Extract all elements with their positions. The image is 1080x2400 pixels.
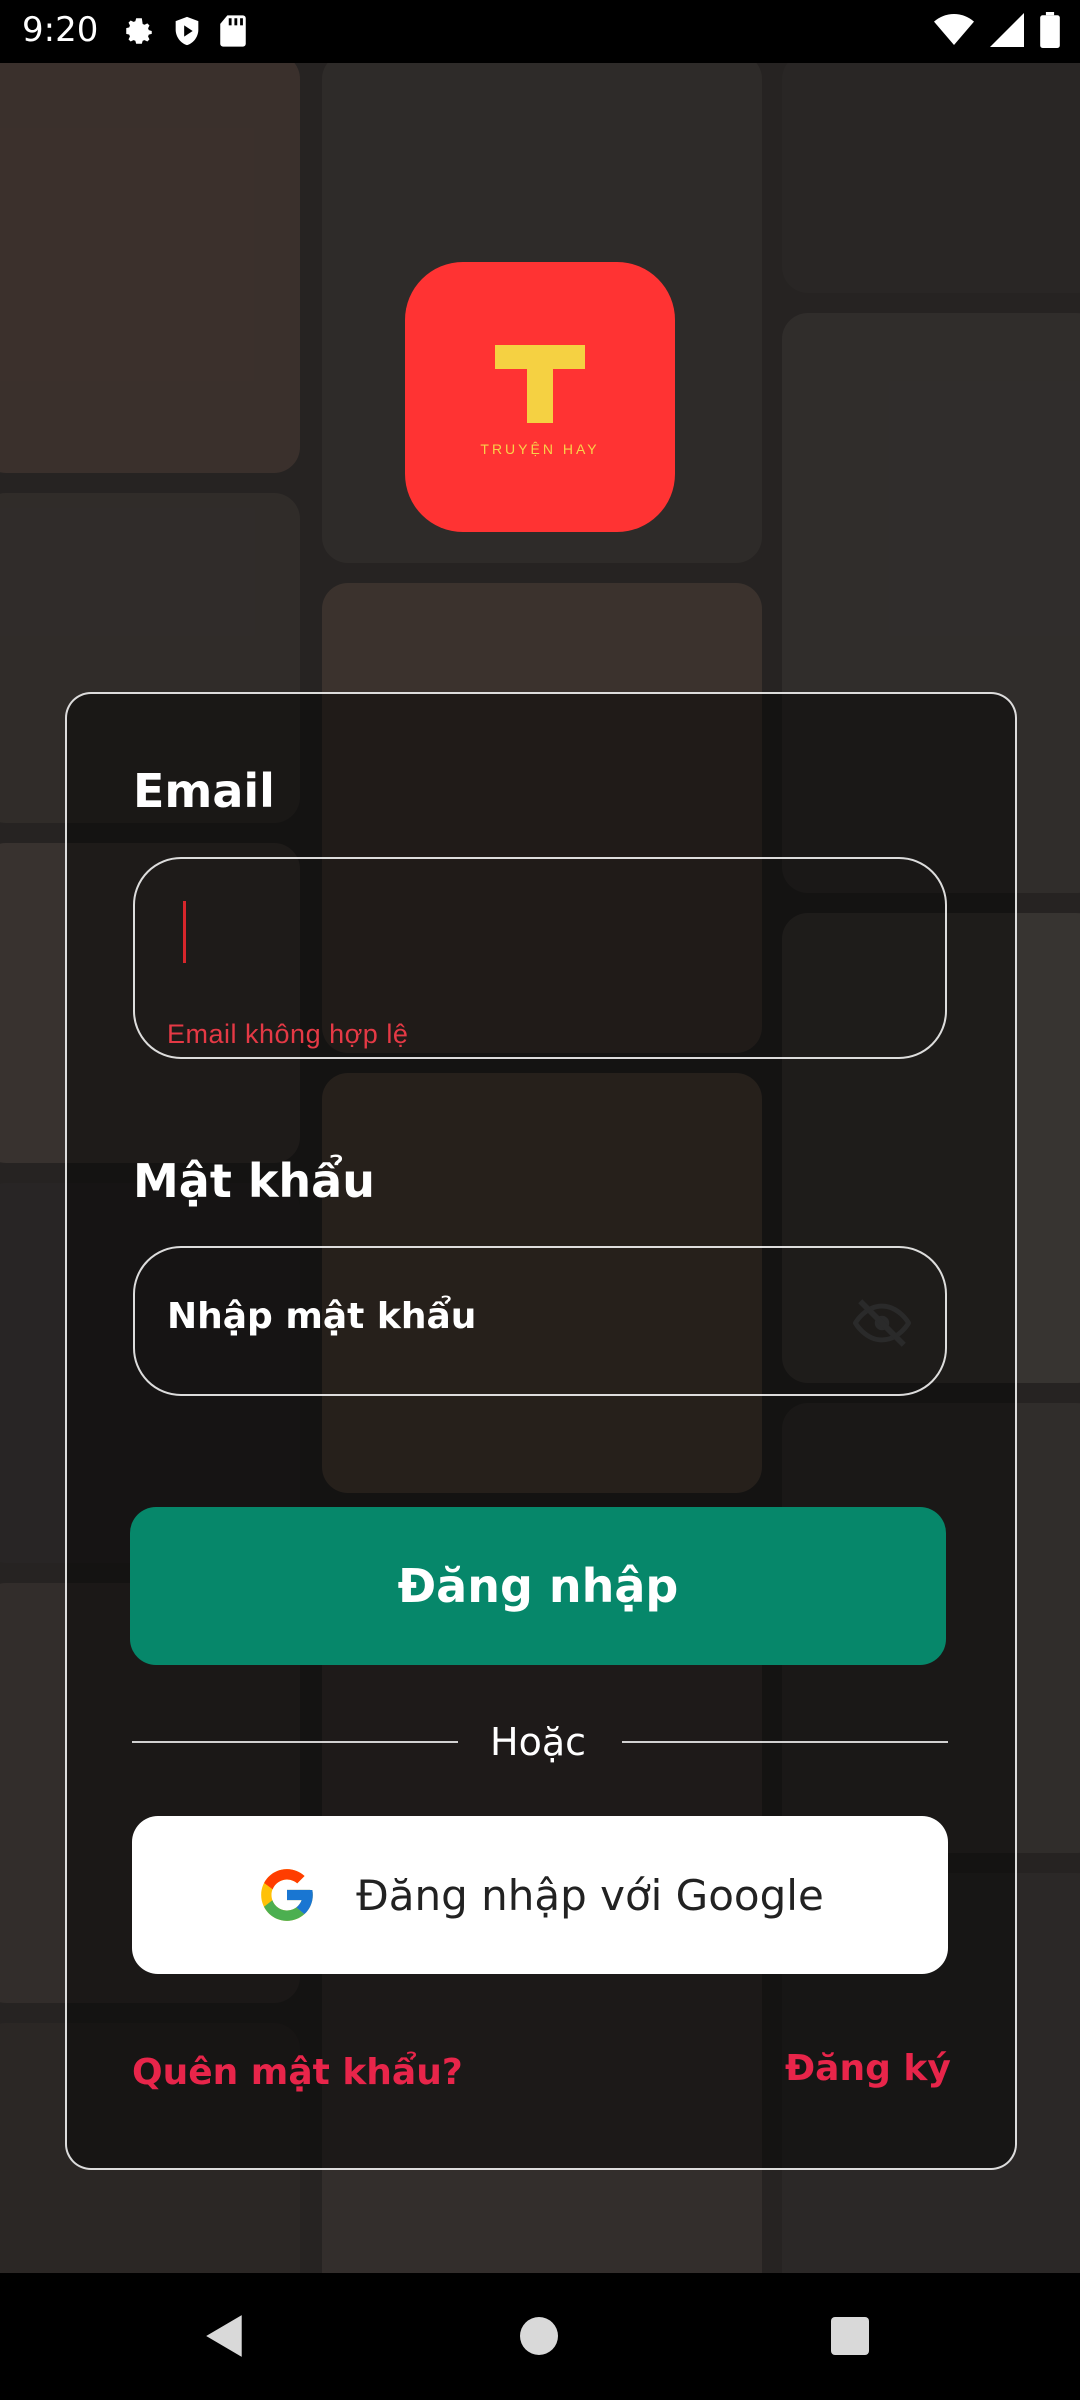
- sd-card-icon: [220, 15, 246, 47]
- email-field[interactable]: Email không hợp lệ: [133, 857, 947, 1059]
- home-icon[interactable]: [520, 2317, 558, 2355]
- status-time: 9:20: [22, 10, 99, 50]
- recents-icon[interactable]: [831, 2317, 869, 2355]
- password-label: Mật khẩu: [133, 1154, 375, 1208]
- logo-subtitle: TRUYỆN HAY: [480, 441, 600, 457]
- register-link[interactable]: Đăng ký: [785, 2048, 951, 2089]
- gear-icon: [126, 18, 152, 44]
- email-label: Email: [133, 764, 275, 818]
- password-field[interactable]: Nhập mật khẩu: [133, 1246, 947, 1396]
- wifi-icon: [934, 14, 974, 45]
- google-icon: [256, 1864, 318, 1926]
- google-login-button[interactable]: Đăng nhập với Google: [132, 1816, 948, 1974]
- divider-left: [132, 1741, 458, 1743]
- password-placeholder: Nhập mật khẩu: [167, 1296, 477, 1337]
- back-icon[interactable]: [204, 2313, 246, 2359]
- signal-icon: [990, 13, 1024, 47]
- google-login-label: Đăng nhập với Google: [356, 1870, 824, 1920]
- system-nav-bar: [0, 2273, 1080, 2400]
- or-divider-text: Hoặc: [490, 1720, 587, 1764]
- battery-icon: [1040, 12, 1060, 48]
- logo-t-mark: [495, 345, 585, 423]
- eye-off-icon[interactable]: [853, 1294, 911, 1352]
- status-right-icons: [934, 12, 1060, 48]
- email-error-message: Email không hợp lệ: [167, 1019, 409, 1049]
- forgot-password-link[interactable]: Quên mật khẩu?: [132, 2052, 463, 2093]
- login-button[interactable]: Đăng nhập: [130, 1507, 946, 1665]
- shield-play-icon: [175, 16, 199, 46]
- divider-right: [622, 1741, 948, 1743]
- app-logo: TRUYỆN HAY: [405, 262, 675, 532]
- text-cursor: [183, 901, 186, 963]
- status-bar: 9:20: [0, 0, 1080, 63]
- status-left-icons: [122, 14, 248, 48]
